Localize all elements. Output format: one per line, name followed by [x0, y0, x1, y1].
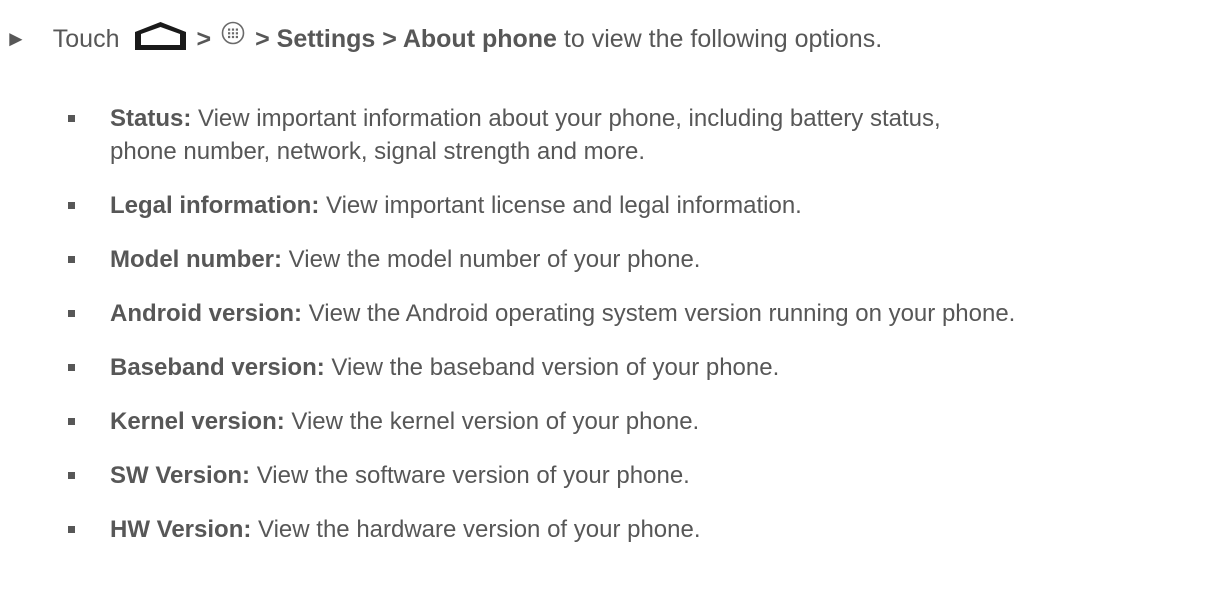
item-description: View important license and legal informa…: [319, 192, 802, 219]
home-icon: [134, 22, 186, 50]
item-description: View the Android operating system versio…: [302, 300, 1016, 327]
apps-icon: [221, 21, 245, 45]
item-description: View important information about your ph…: [191, 105, 941, 132]
item-label: Android version:: [110, 300, 303, 327]
item-label: SW Version:: [110, 462, 251, 489]
step-suffix: to view the following options.: [556, 24, 883, 53]
bullet-icon: [68, 418, 75, 425]
instruction-step: ► Touch > > Settings > About phone to vi…: [0, 14, 882, 64]
item-description: View the baseband version of your phone.: [324, 354, 780, 381]
item-label: Model number:: [110, 246, 282, 273]
bullet-icon: [68, 364, 75, 371]
touch-text: Touch: [52, 24, 120, 53]
bullet-icon: [68, 115, 75, 122]
item-description: View the software version of your phone.: [250, 462, 690, 489]
item-description: View the kernel version of your phone.: [284, 408, 700, 435]
step-arrow: ►: [5, 26, 27, 51]
bullet-icon: [68, 202, 75, 209]
bullet-icon: [68, 310, 75, 317]
bullet-icon: [68, 472, 75, 479]
bullet-icon: [68, 256, 75, 263]
bullet-icon: [68, 526, 75, 533]
item-description-cont: phone number, network, signal strength a…: [110, 138, 645, 165]
item-description: View the hardware version of your phone.: [251, 516, 701, 543]
item-label: Kernel version:: [110, 408, 285, 435]
item-label: Status:: [110, 105, 192, 132]
item-label: HW Version:: [110, 516, 252, 543]
item-label: Legal information:: [110, 192, 320, 219]
settings-path: > Settings > About phone: [255, 24, 557, 53]
path-separator: >: [196, 24, 212, 53]
item-description: View the model number of your phone.: [282, 246, 701, 273]
item-label: Baseband version:: [110, 354, 325, 381]
